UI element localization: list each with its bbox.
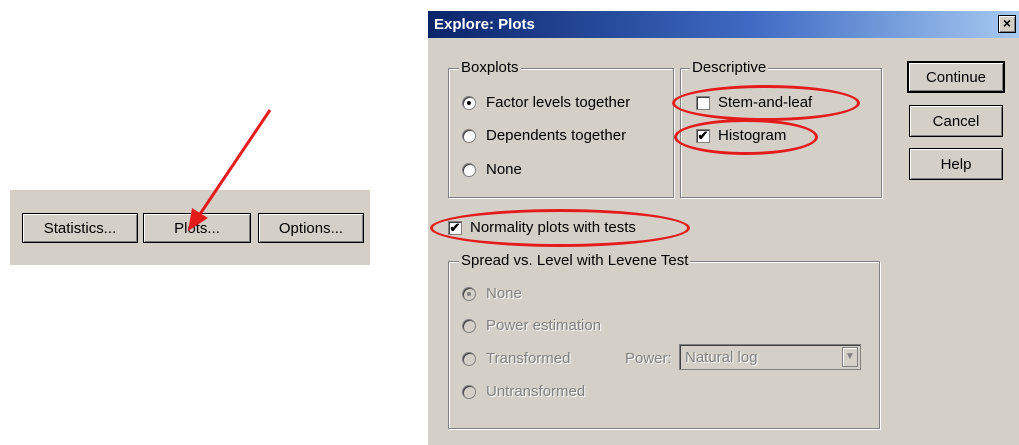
dialog-titlebar: Explore: Plots × bbox=[428, 11, 1019, 38]
radio-selected-icon bbox=[462, 286, 476, 301]
dialog-title: Explore: Plots bbox=[434, 16, 535, 33]
radio-icon bbox=[462, 128, 476, 143]
chevron-down-icon: ▼ bbox=[842, 347, 858, 367]
explore-plots-dialog: Explore: Plots × Boxplots Factor levels … bbox=[427, 10, 1019, 445]
continue-button[interactable]: Continue bbox=[907, 61, 1005, 93]
red-ellipse-normality bbox=[430, 209, 690, 247]
close-icon[interactable]: × bbox=[998, 15, 1016, 33]
power-select: Natural log ▼ bbox=[679, 344, 861, 370]
radio-power-estimation: Power estimation bbox=[462, 317, 601, 334]
radio-icon bbox=[462, 162, 476, 177]
radio-selected-icon bbox=[462, 95, 476, 110]
radio-transformed: Transformed bbox=[462, 350, 570, 367]
descriptive-label: Descriptive bbox=[690, 59, 769, 76]
spread-vs-level-label: Spread vs. Level with Levene Test bbox=[459, 252, 691, 269]
radio-factor-levels-together[interactable]: Factor levels together bbox=[462, 94, 630, 111]
cancel-button[interactable]: Cancel bbox=[909, 105, 1003, 137]
radio-spread-none: None bbox=[462, 285, 522, 302]
radio-icon bbox=[462, 318, 476, 333]
red-arrow-annotation bbox=[188, 109, 272, 231]
radio-untransformed: Untransformed bbox=[462, 383, 585, 400]
power-label: Power: bbox=[625, 350, 672, 367]
radio-boxplots-none[interactable]: None bbox=[462, 161, 522, 178]
help-button[interactable]: Help bbox=[909, 148, 1003, 180]
radio-dependents-together[interactable]: Dependents together bbox=[462, 127, 626, 144]
red-ellipse-histogram bbox=[674, 119, 818, 155]
radio-icon bbox=[462, 351, 476, 366]
boxplots-label: Boxplots bbox=[459, 59, 521, 76]
red-ellipse-stem-and-leaf bbox=[672, 85, 860, 121]
statistics-button[interactable]: Statistics... bbox=[22, 213, 138, 243]
radio-icon bbox=[462, 384, 476, 399]
